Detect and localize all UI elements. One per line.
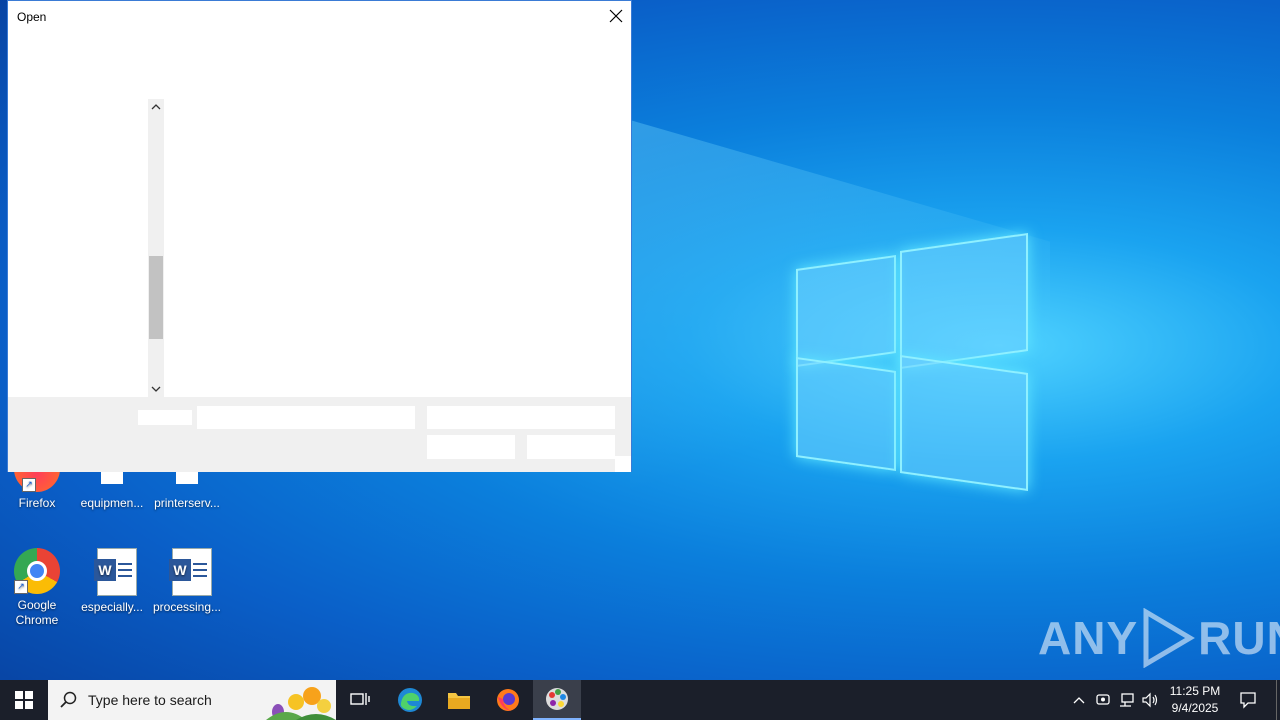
file-name-input[interactable] <box>197 406 415 429</box>
taskbar-paint-app-button[interactable] <box>533 680 581 720</box>
paint-palette-icon <box>546 688 568 710</box>
desktop-icon-especially-doc[interactable]: W especially... <box>77 548 147 614</box>
task-view-icon <box>350 693 370 705</box>
close-icon <box>609 9 623 23</box>
show-desktop-button[interactable] <box>1276 680 1280 720</box>
watermark-text-left: ANY <box>1038 612 1139 664</box>
desktop-icon-label: Google Chrome <box>15 598 59 627</box>
chevron-up-icon <box>151 104 161 110</box>
folder-icon <box>448 693 470 709</box>
navigation-pane-scrollbar[interactable] <box>148 99 164 397</box>
tray-meet-now-button[interactable] <box>1092 680 1114 720</box>
word-document-icon: W <box>169 548 212 596</box>
webcam-icon <box>1096 694 1110 705</box>
dialog-footer <box>8 397 631 472</box>
tray-volume-button[interactable] <box>1140 680 1162 720</box>
chevron-up-icon <box>1073 697 1085 704</box>
desktop-icon-processing-doc[interactable]: W processing... <box>152 548 222 614</box>
network-icon <box>1120 693 1134 707</box>
play-logo-icon <box>1143 608 1196 668</box>
watermark-text-right: RUN <box>1198 612 1280 664</box>
tray-network-button[interactable] <box>1116 680 1138 720</box>
search-icon <box>60 691 77 708</box>
file-type-dropdown[interactable] <box>427 406 615 429</box>
word-document-icon: W <box>94 548 137 596</box>
desktop-icon-label: Firefox <box>18 496 56 510</box>
file-name-label-placeholder <box>138 410 192 425</box>
windows-logo-wallpaper <box>796 233 1028 491</box>
close-button[interactable] <box>601 1 631 31</box>
search-placeholder: Type here to search <box>88 692 212 708</box>
clock-time: 11:25 PM <box>1169 684 1221 698</box>
resize-grip[interactable] <box>615 456 631 472</box>
notification-icon <box>1240 692 1256 709</box>
windows-start-icon <box>15 691 33 709</box>
desktop-icon-label: equipmen... <box>80 496 144 510</box>
task-view-button[interactable] <box>336 680 384 720</box>
firefox-icon <box>497 689 519 711</box>
clock-date: 9/4/2025 <box>1171 701 1219 715</box>
desktop-icon-label: especially... <box>81 600 143 614</box>
desktop-icon-label: processing... <box>152 600 222 614</box>
action-center-button[interactable] <box>1232 680 1264 720</box>
edge-icon <box>398 688 422 712</box>
scroll-up-button[interactable] <box>148 99 164 115</box>
speaker-icon <box>1142 692 1158 708</box>
search-highlight-flowers-icon <box>266 687 336 720</box>
dialog-title: Open <box>17 10 47 24</box>
chrome-icon: ↗ <box>14 548 60 594</box>
open-button[interactable] <box>427 435 515 459</box>
show-hidden-icons-button[interactable] <box>1068 680 1090 720</box>
start-button[interactable] <box>0 680 48 720</box>
chevron-down-icon <box>151 386 161 392</box>
taskbar: Type here to search 11:25 PM 9/4/2025 <box>0 680 1280 720</box>
taskbar-search-box[interactable]: Type here to search <box>48 680 336 720</box>
scroll-down-button[interactable] <box>148 381 164 397</box>
taskbar-clock[interactable]: 11:25 PM 9/4/2025 <box>1164 683 1226 717</box>
anyrun-watermark: ANY RUN <box>1038 608 1280 668</box>
scrollbar-thumb[interactable] <box>149 256 163 339</box>
cancel-button[interactable] <box>527 435 615 459</box>
desktop-icon-label: printerserv... <box>154 496 220 510</box>
open-file-dialog: Open <box>7 0 632 472</box>
desktop-icon-google-chrome[interactable]: ↗ Google Chrome <box>2 548 72 628</box>
dialog-titlebar[interactable]: Open <box>8 1 631 31</box>
taskbar-edge-button[interactable] <box>386 680 434 720</box>
taskbar-file-explorer-button[interactable] <box>435 680 483 720</box>
taskbar-firefox-button[interactable] <box>484 680 532 720</box>
